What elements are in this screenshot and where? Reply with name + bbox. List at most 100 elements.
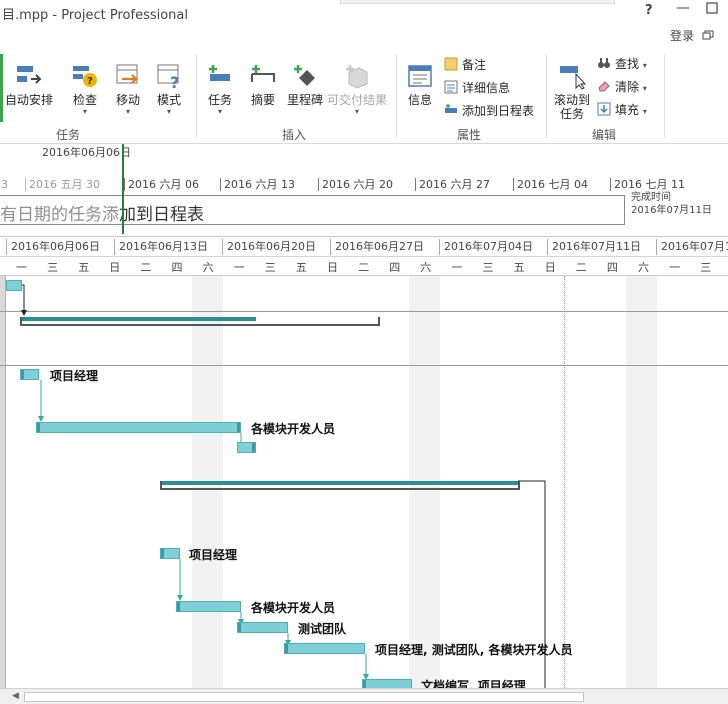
information-button[interactable]: 信息: [402, 62, 438, 107]
properties-group-label: 属性: [457, 128, 482, 142]
week-label: 2016年06月13日: [114, 239, 208, 255]
resource-label: 项目经理, 测试团队, 各模块开发人员: [375, 643, 573, 657]
timeline-tick: 2016 五月 30: [25, 178, 100, 191]
details-icon: [444, 80, 458, 94]
resource-label: 项目经理: [189, 548, 238, 562]
maximize-icon[interactable]: [706, 2, 718, 14]
move-icon: [116, 64, 138, 84]
gantt-chart[interactable]: 项目经理 各模块开发人员 项目经理 各模块开发人员 测试团队 项目经理, 测试团…: [0, 276, 728, 688]
task-bar[interactable]: [20, 369, 39, 380]
status-date-line: [564, 276, 565, 688]
task-group-label: 任务: [56, 128, 81, 142]
task-bar[interactable]: [176, 601, 241, 612]
timeline-tick: 2016 七月 11: [610, 178, 685, 191]
eraser-icon: [598, 81, 610, 92]
scroll-to-task-button[interactable]: 滚动到 任务: [552, 62, 592, 121]
day-label: 五: [78, 261, 90, 274]
add-to-timeline-button[interactable]: 添加到日程表: [444, 102, 534, 120]
day-label: 二: [140, 261, 152, 274]
day-label: 三: [700, 261, 712, 274]
minimize-button[interactable]: —: [676, 0, 690, 16]
row-divider: [0, 365, 728, 366]
add-to-timeline-icon: [445, 104, 457, 113]
task-bar[interactable]: [284, 643, 365, 654]
deliverable-button[interactable]: 可交付结果 ▾: [326, 62, 388, 117]
ribbon: 自动安排 ? 检查 ▾ 移动 ▾ ? 模式 ▾ 任务 任务 ▾ 摘要 里程碑 可…: [0, 48, 728, 144]
day-label: 三: [264, 261, 276, 274]
timeline-tick: 2016 七月 04: [513, 178, 588, 191]
deliverable-icon: [346, 65, 368, 89]
horizontal-scrollbar[interactable]: ◀: [0, 688, 728, 704]
title-bar: 目.mpp - Project Professional ? — 登录: [0, 0, 728, 48]
task-bar[interactable]: [160, 548, 180, 559]
task-bar[interactable]: [36, 422, 241, 433]
day-label: 三: [482, 261, 494, 274]
task-bar[interactable]: [237, 622, 288, 633]
day-label: 一: [669, 261, 681, 274]
day-label: 六: [202, 261, 214, 274]
scroll-to-task-icon: [560, 66, 586, 90]
insert-milestone-button[interactable]: 里程碑: [284, 62, 326, 107]
find-button[interactable]: 查找 ▾: [597, 55, 647, 73]
insert-task-button[interactable]: 任务 ▾: [202, 62, 238, 117]
resource-label: 测试团队: [298, 622, 347, 636]
timeline-tick: 2016 六月 13: [220, 178, 295, 191]
resource-label: 各模块开发人员: [251, 601, 336, 615]
week-label: 2016年07月04日: [439, 239, 533, 255]
day-label: 六: [638, 261, 649, 274]
timeline-finish: 完成时间 2016年07月11日: [631, 192, 712, 216]
link-arrow-icon: [177, 559, 183, 601]
day-label: 三: [47, 261, 59, 274]
resource-label: 文档编写, 项目经理: [421, 679, 526, 688]
notes-button[interactable]: 备注: [444, 56, 486, 74]
gantt-timescale: 2016年06月06日 2016年06月13日 2016年06月20日 2016…: [0, 236, 728, 276]
milestone-icon: [294, 65, 315, 86]
timeline-tick: 3: [0, 178, 8, 191]
active-mode-indicator: [0, 54, 3, 122]
week-label: 2016年07月18日: [656, 239, 728, 255]
timeline-bar[interactable]: 有日期的任务添加到日程表: [0, 195, 625, 225]
day-label: 五: [513, 261, 525, 274]
week-label: 2016年07月11日: [547, 239, 641, 255]
details-button[interactable]: 详细信息: [444, 79, 510, 97]
clear-button[interactable]: 清除 ▾: [597, 78, 647, 96]
mode-icon: ?: [157, 64, 179, 90]
mode-button[interactable]: ? 模式 ▾: [152, 62, 186, 117]
scroll-left-icon[interactable]: ◀: [12, 691, 19, 701]
inspect-button[interactable]: ? 检查 ▾: [66, 62, 104, 117]
editing-group-label: 编辑: [592, 128, 617, 142]
day-label: 二: [358, 261, 370, 274]
day-label: 日: [109, 261, 121, 274]
day-label: 一: [451, 261, 463, 274]
day-label: 一: [16, 261, 27, 274]
restore-ribbon-icon[interactable]: [702, 30, 714, 40]
day-label: 四: [171, 261, 183, 274]
task-bar[interactable]: [237, 442, 256, 453]
inspect-icon: ?: [73, 66, 97, 87]
resource-label: 项目经理: [50, 369, 99, 383]
help-button[interactable]: ?: [645, 3, 653, 18]
split-bar[interactable]: [0, 276, 6, 688]
auto-schedule-button[interactable]: 自动安排: [4, 62, 54, 107]
timeline-view[interactable]: 2016年06月06日 3 2016 五月 30 2016 六月 06 2016…: [0, 144, 728, 234]
fill-button[interactable]: 填充 ▾: [597, 101, 647, 119]
week-label: 2016年06月27日: [330, 239, 424, 255]
day-label: 四: [389, 261, 401, 274]
link-arrow-icon: [38, 380, 44, 422]
insert-summary-button[interactable]: 摘要: [246, 62, 280, 107]
timeline-tick: 2016 六月 20: [318, 178, 393, 191]
week-label: 2016年06月20日: [222, 239, 316, 255]
link-arrow-icon: [21, 284, 27, 316]
timeline-tick: 2016 六月 27: [415, 178, 490, 191]
summary-bar[interactable]: [20, 317, 380, 326]
day-row: 一三五日二四六一三五日二四六一三五日二四六一三: [0, 256, 728, 276]
login-link[interactable]: 登录: [670, 27, 694, 44]
day-label: 六: [420, 261, 432, 274]
task-bar[interactable]: [362, 679, 412, 688]
day-label: 五: [295, 261, 307, 274]
summary-bar[interactable]: [160, 481, 520, 490]
move-button[interactable]: 移动 ▾: [110, 62, 146, 117]
week-label: 2016年06月06日: [6, 239, 100, 255]
day-label: 日: [544, 261, 556, 274]
scrollbar-thumb[interactable]: [24, 692, 584, 702]
